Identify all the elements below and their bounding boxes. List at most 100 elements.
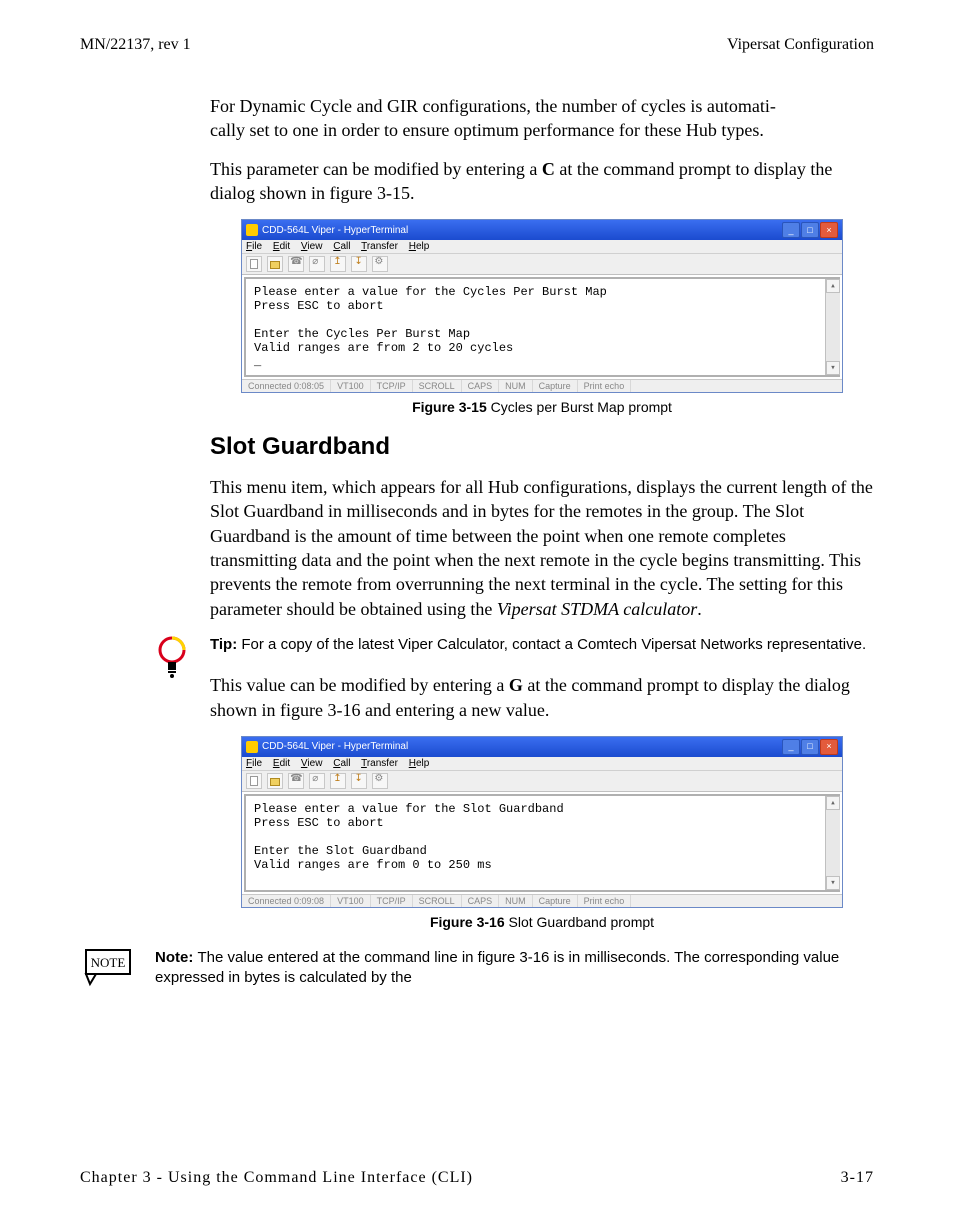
maximize-button[interactable]: □ xyxy=(801,739,819,755)
maximize-button[interactable]: □ xyxy=(801,222,819,238)
minimize-button[interactable]: _ xyxy=(782,739,800,755)
properties-icon[interactable] xyxy=(372,773,388,789)
terminal-area[interactable]: Please enter a value for the Cycles Per … xyxy=(244,277,840,377)
status-connected: Connected 0:09:08 xyxy=(242,895,331,907)
status-capture: Capture xyxy=(533,895,578,907)
menu-view[interactable]: ViewView xyxy=(301,241,323,252)
note-text: The value entered at the command line in… xyxy=(155,949,839,986)
p2-a: This parameter can be modified by enteri… xyxy=(210,159,542,179)
note-callout: NOTE Note: The value entered at the comm… xyxy=(80,948,874,989)
menu-help[interactable]: HelpHelp xyxy=(409,758,430,769)
menu-transfer[interactable]: TransferTransfer xyxy=(361,241,398,252)
hangup-icon[interactable] xyxy=(309,773,325,789)
page-footer: Chapter 3 - Using the Command Line Inter… xyxy=(80,1169,874,1187)
window-title: CDD-564L Viper - HyperTerminal xyxy=(262,225,408,236)
note-label: Note: xyxy=(155,949,198,966)
terminal-text: Please enter a value for the Slot Guardb… xyxy=(254,802,564,872)
call-icon[interactable] xyxy=(288,256,304,272)
heading-slot-guardband: Slot Guardband xyxy=(210,433,874,461)
menu-file[interactable]: FFileile xyxy=(246,241,262,252)
fig16-label: Figure 3-16 xyxy=(430,914,505,930)
scrollbar[interactable] xyxy=(825,796,840,890)
menubar[interactable]: FileFile EditEdit ViewView CallCall Tran… xyxy=(242,757,842,771)
terminal-area[interactable]: Please enter a value for the Slot Guardb… xyxy=(244,794,840,892)
menu-call[interactable]: CallCall xyxy=(333,758,350,769)
p4-a: This value can be modified by entering a xyxy=(210,675,509,695)
open-icon[interactable] xyxy=(267,256,283,272)
paragraph-2: This parameter can be modified by enteri… xyxy=(210,157,874,206)
p3-text: This menu item, which appears for all Hu… xyxy=(210,477,873,618)
status-caps: CAPS xyxy=(462,380,500,392)
status-scroll: SCROLL xyxy=(413,380,462,392)
status-proto: TCP/IP xyxy=(371,380,413,392)
app-icon xyxy=(246,741,258,753)
p1-line2: cally set to one in order to ensure opti… xyxy=(210,120,764,140)
figure-3-15-window: CDD-564L Viper - HyperTerminal _ □ × FFi… xyxy=(241,219,843,393)
page-header: MN/22137, rev 1 Vipersat Configuration xyxy=(80,36,874,54)
window-titlebar: CDD-564L Viper - HyperTerminal _ □ × xyxy=(242,220,842,240)
figure-3-15-caption: Figure 3-15 Cycles per Burst Map prompt xyxy=(210,399,874,415)
p1-line1: For Dynamic Cycle and GIR configurations… xyxy=(210,96,776,116)
receive-icon[interactable] xyxy=(351,773,367,789)
p3-ital: Vipersat STDMA calculator xyxy=(497,599,697,619)
menu-call[interactable]: CallCall xyxy=(333,241,350,252)
status-connected: Connected 0:08:05 xyxy=(242,380,331,392)
menu-transfer[interactable]: TransferTransfer xyxy=(361,758,398,769)
status-echo: Print echo xyxy=(578,895,632,907)
status-num: NUM xyxy=(499,895,533,907)
header-right: Vipersat Configuration xyxy=(727,36,874,54)
menu-file[interactable]: FileFile xyxy=(246,758,262,769)
figure-3-16-caption: Figure 3-16 Slot Guardband prompt xyxy=(210,914,874,930)
header-left: MN/22137, rev 1 xyxy=(80,36,191,54)
svg-text:NOTE: NOTE xyxy=(91,955,126,970)
send-icon[interactable] xyxy=(330,773,346,789)
toolbar xyxy=(242,254,842,275)
fig15-rest: Cycles per Burst Map prompt xyxy=(487,399,672,415)
statusbar: Connected 0:08:05 VT100 TCP/IP SCROLL CA… xyxy=(242,379,842,392)
statusbar: Connected 0:09:08 VT100 TCP/IP SCROLL CA… xyxy=(242,894,842,907)
status-proto: TCP/IP xyxy=(371,895,413,907)
status-capture: Capture xyxy=(533,380,578,392)
paragraph-3: This menu item, which appears for all Hu… xyxy=(210,475,874,621)
status-emu: VT100 xyxy=(331,895,371,907)
status-caps: CAPS xyxy=(462,895,500,907)
properties-icon[interactable] xyxy=(372,256,388,272)
footer-left: Chapter 3 - Using the Command Line Inter… xyxy=(80,1169,473,1187)
receive-icon[interactable] xyxy=(351,256,367,272)
figure-3-16-window: CDD-564L Viper - HyperTerminal _ □ × Fil… xyxy=(241,736,843,908)
tip-text: For a copy of the latest Viper Calculato… xyxy=(241,636,866,653)
menu-edit[interactable]: EditEdit xyxy=(273,758,290,769)
paragraph-1: For Dynamic Cycle and GIR configurations… xyxy=(210,94,874,143)
close-button[interactable]: × xyxy=(820,222,838,238)
menu-view[interactable]: ViewView xyxy=(301,758,323,769)
fig15-label: Figure 3-15 xyxy=(412,399,487,415)
close-button[interactable]: × xyxy=(820,739,838,755)
status-emu: VT100 xyxy=(331,380,371,392)
app-icon xyxy=(246,224,258,236)
note-icon: NOTE xyxy=(80,948,136,988)
tip-lightbulb-icon xyxy=(155,635,189,681)
p3-end: . xyxy=(697,599,702,619)
paragraph-4: This value can be modified by entering a… xyxy=(210,673,874,722)
minimize-button[interactable]: _ xyxy=(782,222,800,238)
hangup-icon[interactable] xyxy=(309,256,325,272)
p2-bold: C xyxy=(542,159,555,179)
menubar[interactable]: FFileile EditEdit ViewView CallCall Tran… xyxy=(242,240,842,254)
send-icon[interactable] xyxy=(330,256,346,272)
scrollbar[interactable] xyxy=(825,279,840,375)
window-titlebar: CDD-564L Viper - HyperTerminal _ □ × xyxy=(242,737,842,757)
p4-bold: G xyxy=(509,675,523,695)
toolbar xyxy=(242,771,842,792)
menu-edit[interactable]: EditEdit xyxy=(273,241,290,252)
new-icon[interactable] xyxy=(246,256,262,272)
status-num: NUM xyxy=(499,380,533,392)
call-icon[interactable] xyxy=(288,773,304,789)
status-echo: Print echo xyxy=(578,380,632,392)
fig16-rest: Slot Guardband prompt xyxy=(505,914,654,930)
tip-label: Tip: xyxy=(210,636,241,653)
status-scroll: SCROLL xyxy=(413,895,462,907)
window-title: CDD-564L Viper - HyperTerminal xyxy=(262,741,408,752)
menu-help[interactable]: HelpHelp xyxy=(409,241,430,252)
open-icon[interactable] xyxy=(267,773,283,789)
new-icon[interactable] xyxy=(246,773,262,789)
